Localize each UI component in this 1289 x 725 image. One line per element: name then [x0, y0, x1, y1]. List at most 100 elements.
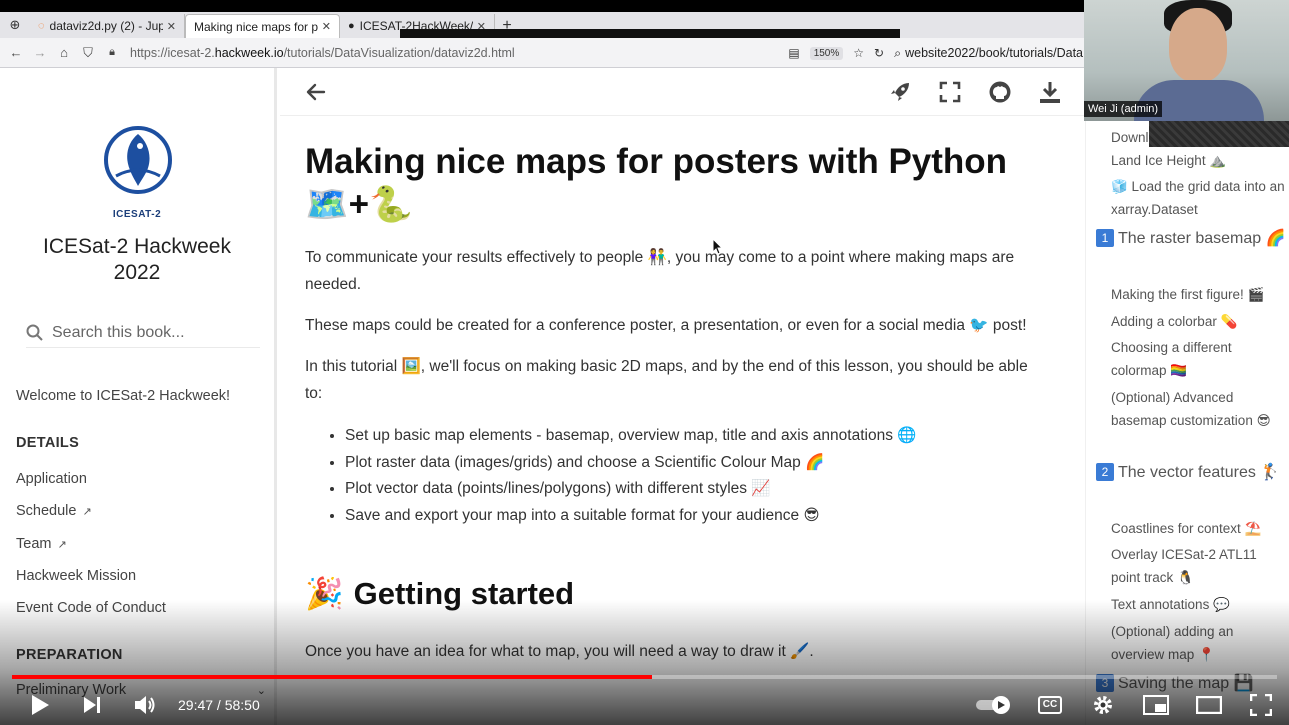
- toc-item[interactable]: Adding a colorbar 💊: [1111, 310, 1287, 333]
- sidebar-item-team[interactable]: Team ↗: [16, 536, 67, 552]
- table-of-contents: Downl Land Ice Height ⛰️ 🧊 Load the grid…: [1085, 68, 1289, 725]
- sidebar-item-label: Hackweek Mission: [16, 568, 137, 584]
- globe-icon[interactable]: ⊕: [0, 12, 30, 38]
- toc-section-vector[interactable]: 2 The vector features 🏌️: [1096, 461, 1286, 484]
- sidebar-item-schedule[interactable]: Schedule ↗: [16, 503, 92, 519]
- bookmark-star-icon[interactable]: ☆: [853, 46, 864, 60]
- theater-mode-button[interactable]: [1194, 688, 1224, 722]
- sidebar-heading-details: DETAILS: [16, 435, 80, 451]
- webcam-feed: Wei Ji (admin): [1084, 0, 1289, 121]
- lock-icon[interactable]: 🔒︎: [100, 46, 124, 59]
- section-title: Getting started: [353, 575, 575, 611]
- close-icon[interactable]: ✕: [322, 20, 331, 33]
- article: Making nice maps for posters with Python…: [305, 140, 1045, 665]
- book-sidebar: ICESAT-2 ICESat-2 Hackweek 2022 Search t…: [0, 68, 277, 725]
- list-item: Save and export your map into a suitable…: [345, 503, 1045, 530]
- autoplay-toggle[interactable]: [974, 688, 1014, 722]
- sidebar-item-label: Application: [16, 471, 87, 487]
- current-time: 29:47: [178, 697, 214, 713]
- autoplay-icon: [976, 696, 1010, 714]
- party-popper-icon: 🎉: [305, 576, 344, 611]
- address-bar: ← → ⌂ ⛉ 🔒︎ https://icesat-2.hackweek.io/…: [0, 38, 1085, 68]
- toc-item[interactable]: Overlay ICESat-2 ATL11 point track 🐧: [1111, 543, 1287, 589]
- section-heading: 🎉 Getting started: [305, 575, 1045, 612]
- volume-button[interactable]: [130, 688, 160, 722]
- fullscreen-player-button[interactable]: [1247, 688, 1275, 722]
- toc-section-raster[interactable]: 1 The raster basemap 🌈: [1096, 227, 1286, 250]
- captions-button[interactable]: CC: [1036, 688, 1064, 722]
- page-toolbar: [280, 68, 1085, 116]
- sidebar-item-welcome[interactable]: Welcome to ICESat-2 Hackweek!: [16, 388, 230, 404]
- paragraph: These maps could be created for a confer…: [305, 317, 1027, 334]
- reader-view-icon[interactable]: ▤: [788, 46, 799, 60]
- toc-item[interactable]: Coastlines for context ⛱️: [1111, 517, 1287, 540]
- presenter-name: Wei Ji (admin): [1084, 101, 1163, 117]
- intro-paragraph: To communicate your results effectively …: [305, 249, 1015, 293]
- url-path: /tutorials/DataVisualization/dataviz2d.h…: [283, 45, 515, 60]
- webcam-thumbnail-strip: [1149, 121, 1289, 147]
- miniplayer-icon: [1143, 695, 1169, 715]
- tab-label: Making nice maps for po: [194, 19, 318, 34]
- list-item: Plot vector data (points/lines/polygons)…: [345, 476, 1045, 503]
- time-display: 29:47 / 58:50: [178, 697, 260, 713]
- sidebar-item-application[interactable]: Application: [16, 471, 87, 487]
- zoom-level[interactable]: 150%: [809, 46, 844, 60]
- player-controls: 29:47 / 58:50 CC: [0, 688, 1289, 722]
- sidebar-item-label: Schedule: [16, 503, 77, 519]
- settings-button[interactable]: [1089, 688, 1117, 722]
- sidebar-item-code-of-conduct[interactable]: Event Code of Conduct: [16, 600, 166, 616]
- download-button[interactable]: [1036, 78, 1064, 106]
- search-placeholder: Search this book...: [52, 323, 185, 341]
- list-item: Plot raster data (images/grids) and choo…: [345, 450, 1045, 477]
- progress-bar[interactable]: [12, 675, 1277, 679]
- home-icon[interactable]: ⌂: [52, 45, 76, 60]
- number-badge: 2: [1096, 463, 1114, 481]
- url-field[interactable]: https://icesat-2.hackweek.io/tutorials/D…: [130, 46, 515, 60]
- toc-item[interactable]: Text annotations 💬: [1111, 593, 1287, 616]
- list-item: Set up basic map elements - basemap, ove…: [345, 423, 1045, 450]
- book-title[interactable]: ICESat-2 Hackweek 2022: [0, 234, 274, 286]
- sidebar-item-label: Welcome to ICESat-2 Hackweek!: [16, 388, 231, 404]
- theater-icon: [1196, 696, 1222, 714]
- fullscreen-button[interactable]: [936, 78, 964, 106]
- toc-item[interactable]: (Optional) Advanced basemap customizatio…: [1111, 386, 1287, 432]
- play-button[interactable]: [26, 688, 54, 722]
- url-domain: hackweek.io: [214, 45, 284, 60]
- fullscreen-icon: [939, 81, 961, 103]
- sidebar-item-mission[interactable]: Hackweek Mission: [16, 568, 136, 584]
- tab-label: dataviz2d.py (2) - Jupy: [49, 19, 163, 33]
- launch-button[interactable]: [886, 78, 914, 106]
- arrow-left-icon: [306, 83, 326, 101]
- progress-played: [12, 675, 653, 679]
- reload-icon[interactable]: ↻: [874, 46, 884, 60]
- mouse-cursor-icon: [712, 238, 724, 255]
- back-arrow-button[interactable]: [302, 78, 330, 106]
- browser-tab-jupyter[interactable]: ◌ dataviz2d.py (2) - Jupy ✕: [30, 14, 185, 38]
- shield-icon[interactable]: ⛉: [76, 45, 100, 61]
- toc-item[interactable]: (Optional) adding an overview map 📍: [1111, 620, 1287, 666]
- sidebar-heading-preparation: PREPARATION: [16, 647, 123, 663]
- icesat-logo[interactable]: [102, 124, 174, 196]
- address-bar-right: ▤ 150% ☆ ↻ ⌕ website2022/book/tutorials/…: [788, 38, 1085, 68]
- captions-icon: CC: [1037, 696, 1063, 714]
- external-link-icon: ↗: [82, 505, 92, 518]
- browser-tab-active[interactable]: Making nice maps for po ✕: [185, 14, 340, 38]
- book-search-input[interactable]: Search this book...: [26, 318, 260, 348]
- search-bar[interactable]: ⌕ website2022/book/tutorials/Data: [894, 46, 1085, 61]
- next-button[interactable]: [78, 688, 106, 722]
- miniplayer-button[interactable]: [1141, 688, 1171, 722]
- toc-section-label: The vector features 🏌️: [1118, 464, 1281, 481]
- toc-item[interactable]: Making the first figure! 🎬: [1111, 283, 1287, 306]
- sidebar-item-label: Event Code of Conduct: [16, 600, 166, 616]
- search-icon: [26, 324, 43, 341]
- paragraph: Once you have an idea for what to map, y…: [305, 643, 814, 660]
- toc-item[interactable]: 🧊 Load the grid data into an xarray.Data…: [1111, 175, 1287, 221]
- fullscreen-icon: [1250, 694, 1272, 716]
- repository-button[interactable]: [986, 78, 1014, 106]
- toc-item[interactable]: Land Ice Height ⛰️: [1111, 149, 1287, 172]
- github-icon: ●: [348, 20, 355, 32]
- forward-arrow-icon[interactable]: →: [28, 45, 52, 60]
- close-icon[interactable]: ✕: [167, 20, 176, 33]
- back-arrow-icon[interactable]: ←: [4, 45, 28, 60]
- toc-item[interactable]: Choosing a different colormap 🏳️‍🌈: [1111, 336, 1287, 382]
